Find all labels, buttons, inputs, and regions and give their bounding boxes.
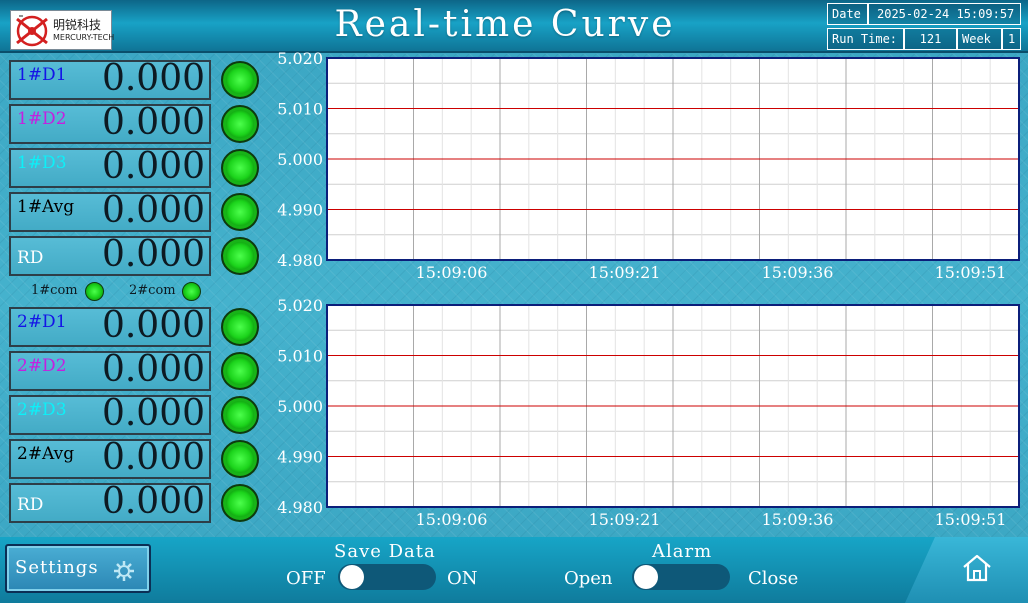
runtime-label: Run Time: bbox=[827, 28, 904, 50]
reading-label: 2#D2 bbox=[17, 356, 67, 376]
save-on-label: ON bbox=[447, 568, 478, 589]
page-title: Real-time Curve bbox=[334, 4, 676, 45]
status-led-1-avg bbox=[221, 193, 259, 231]
com2-label: 2#com bbox=[129, 283, 176, 298]
x-tick-label: 15:09:06 bbox=[416, 263, 488, 282]
y-tick-label: 5.020 bbox=[277, 296, 323, 315]
home-button[interactable] bbox=[905, 537, 1028, 603]
gear-icon bbox=[114, 561, 134, 581]
status-led-2-avg bbox=[221, 440, 259, 478]
reading-value: 0.000 bbox=[101, 58, 205, 99]
reading-label: 2#D3 bbox=[17, 400, 67, 420]
y-tick-label: 4.990 bbox=[277, 201, 323, 220]
y-tick-label: 5.000 bbox=[277, 397, 323, 416]
reading-value: 0.000 bbox=[101, 146, 205, 187]
date-label: Date bbox=[827, 3, 868, 25]
reading-label: 1#D1 bbox=[17, 65, 67, 85]
realtime-chart-1[interactable]: 5.020 5.010 5.000 4.990 4.980 15:09:06 15:09:2… bbox=[265, 49, 1021, 285]
reading-value: 0.000 bbox=[101, 234, 205, 275]
reading-1-d3: 1#D3 0.000 bbox=[9, 146, 211, 188]
reading-value: 0.000 bbox=[101, 437, 205, 478]
status-led-1-d3 bbox=[221, 149, 259, 187]
runtime-value: 121 bbox=[904, 28, 957, 50]
reading-value: 0.000 bbox=[101, 349, 205, 390]
logo-chinese-text: 明锐科技 bbox=[53, 18, 102, 32]
status-led-2-d2 bbox=[221, 352, 259, 390]
y-tick-label: 4.980 bbox=[277, 498, 323, 517]
com2-status-led bbox=[182, 282, 201, 301]
date-value: 2025-02-24 15:09:57 bbox=[868, 3, 1021, 25]
reading-value: 0.000 bbox=[101, 190, 205, 231]
reading-label: 1#D2 bbox=[17, 109, 67, 129]
x-tick-label: 15:09:36 bbox=[762, 510, 834, 529]
status-led-2-rd bbox=[221, 484, 259, 522]
reading-1-d2: 1#D2 0.000 bbox=[9, 102, 211, 144]
reading-value: 0.000 bbox=[101, 305, 205, 346]
status-led-1-rd bbox=[221, 237, 259, 275]
week-label: Week bbox=[957, 28, 1002, 50]
reading-2-avg: 2#Avg 0.000 bbox=[9, 437, 211, 479]
x-tick-label: 15:09:51 bbox=[935, 510, 1007, 529]
status-led-1-d1 bbox=[221, 61, 259, 99]
status-led-2-d1 bbox=[221, 308, 259, 346]
y-tick-label: 5.000 bbox=[277, 150, 323, 169]
reading-value: 0.000 bbox=[101, 393, 205, 434]
home-icon bbox=[963, 554, 991, 582]
logo-mark-icon bbox=[16, 15, 48, 47]
x-tick-label: 15:09:21 bbox=[589, 510, 661, 529]
reading-label: RD bbox=[17, 248, 44, 268]
reading-value: 0.000 bbox=[101, 481, 205, 522]
save-data-toggle[interactable] bbox=[338, 564, 436, 590]
alarm-open-label: Open bbox=[564, 568, 613, 589]
reading-1-avg: 1#Avg 0.000 bbox=[9, 190, 211, 232]
realtime-chart-2[interactable]: 5.020 5.010 5.000 4.990 4.980 15:09:06 15:09:2… bbox=[265, 296, 1021, 534]
week-value: 1 bbox=[1002, 28, 1021, 50]
x-tick-label: 15:09:06 bbox=[416, 510, 488, 529]
reading-label: 2#Avg bbox=[17, 444, 75, 464]
y-tick-label: 5.010 bbox=[277, 347, 323, 366]
com1-status-led bbox=[85, 282, 104, 301]
save-off-label: OFF bbox=[286, 568, 326, 589]
settings-button[interactable]: Settings bbox=[5, 544, 151, 593]
reading-label: 1#D3 bbox=[17, 153, 67, 173]
footer-bar: Settings Save Data OFF ON Alarm Open Clo… bbox=[0, 537, 1028, 603]
reading-label: 2#D1 bbox=[17, 312, 67, 332]
reading-1-d1: 1#D1 0.000 bbox=[9, 58, 211, 100]
reading-label: 1#Avg bbox=[17, 197, 75, 217]
company-logo: 明锐科技 MERCURY-TECH bbox=[10, 10, 115, 50]
save-data-title: Save Data bbox=[334, 541, 436, 562]
y-tick-label: 5.020 bbox=[277, 49, 323, 68]
x-tick-label: 15:09:36 bbox=[762, 263, 834, 282]
settings-label: Settings bbox=[15, 557, 99, 578]
com1-label: 1#com bbox=[31, 283, 78, 298]
toggle-knob bbox=[340, 565, 364, 589]
status-led-2-d3 bbox=[221, 396, 259, 434]
reading-2-d3: 2#D3 0.000 bbox=[9, 393, 211, 435]
x-tick-label: 15:09:21 bbox=[589, 263, 661, 282]
y-tick-label: 4.990 bbox=[277, 448, 323, 467]
reading-2-d2: 2#D2 0.000 bbox=[9, 349, 211, 391]
y-tick-label: 5.010 bbox=[277, 100, 323, 119]
reading-2-d1: 2#D1 0.000 bbox=[9, 305, 211, 347]
alarm-close-label: Close bbox=[748, 568, 799, 589]
alarm-toggle[interactable] bbox=[632, 564, 730, 590]
reading-label: RD bbox=[17, 495, 44, 515]
toggle-knob bbox=[634, 565, 658, 589]
reading-1-rd: RD 0.000 bbox=[9, 234, 211, 276]
reading-value: 0.000 bbox=[101, 102, 205, 143]
status-led-1-d2 bbox=[221, 105, 259, 143]
x-tick-label: 15:09:51 bbox=[935, 263, 1007, 282]
y-tick-label: 4.980 bbox=[277, 251, 323, 270]
logo-english-text: MERCURY-TECH bbox=[53, 33, 115, 42]
reading-2-rd: RD 0.000 bbox=[9, 481, 211, 523]
alarm-title: Alarm bbox=[652, 541, 713, 562]
header-bar: 明锐科技 MERCURY-TECH Real-time Curve Date 2… bbox=[0, 0, 1028, 53]
